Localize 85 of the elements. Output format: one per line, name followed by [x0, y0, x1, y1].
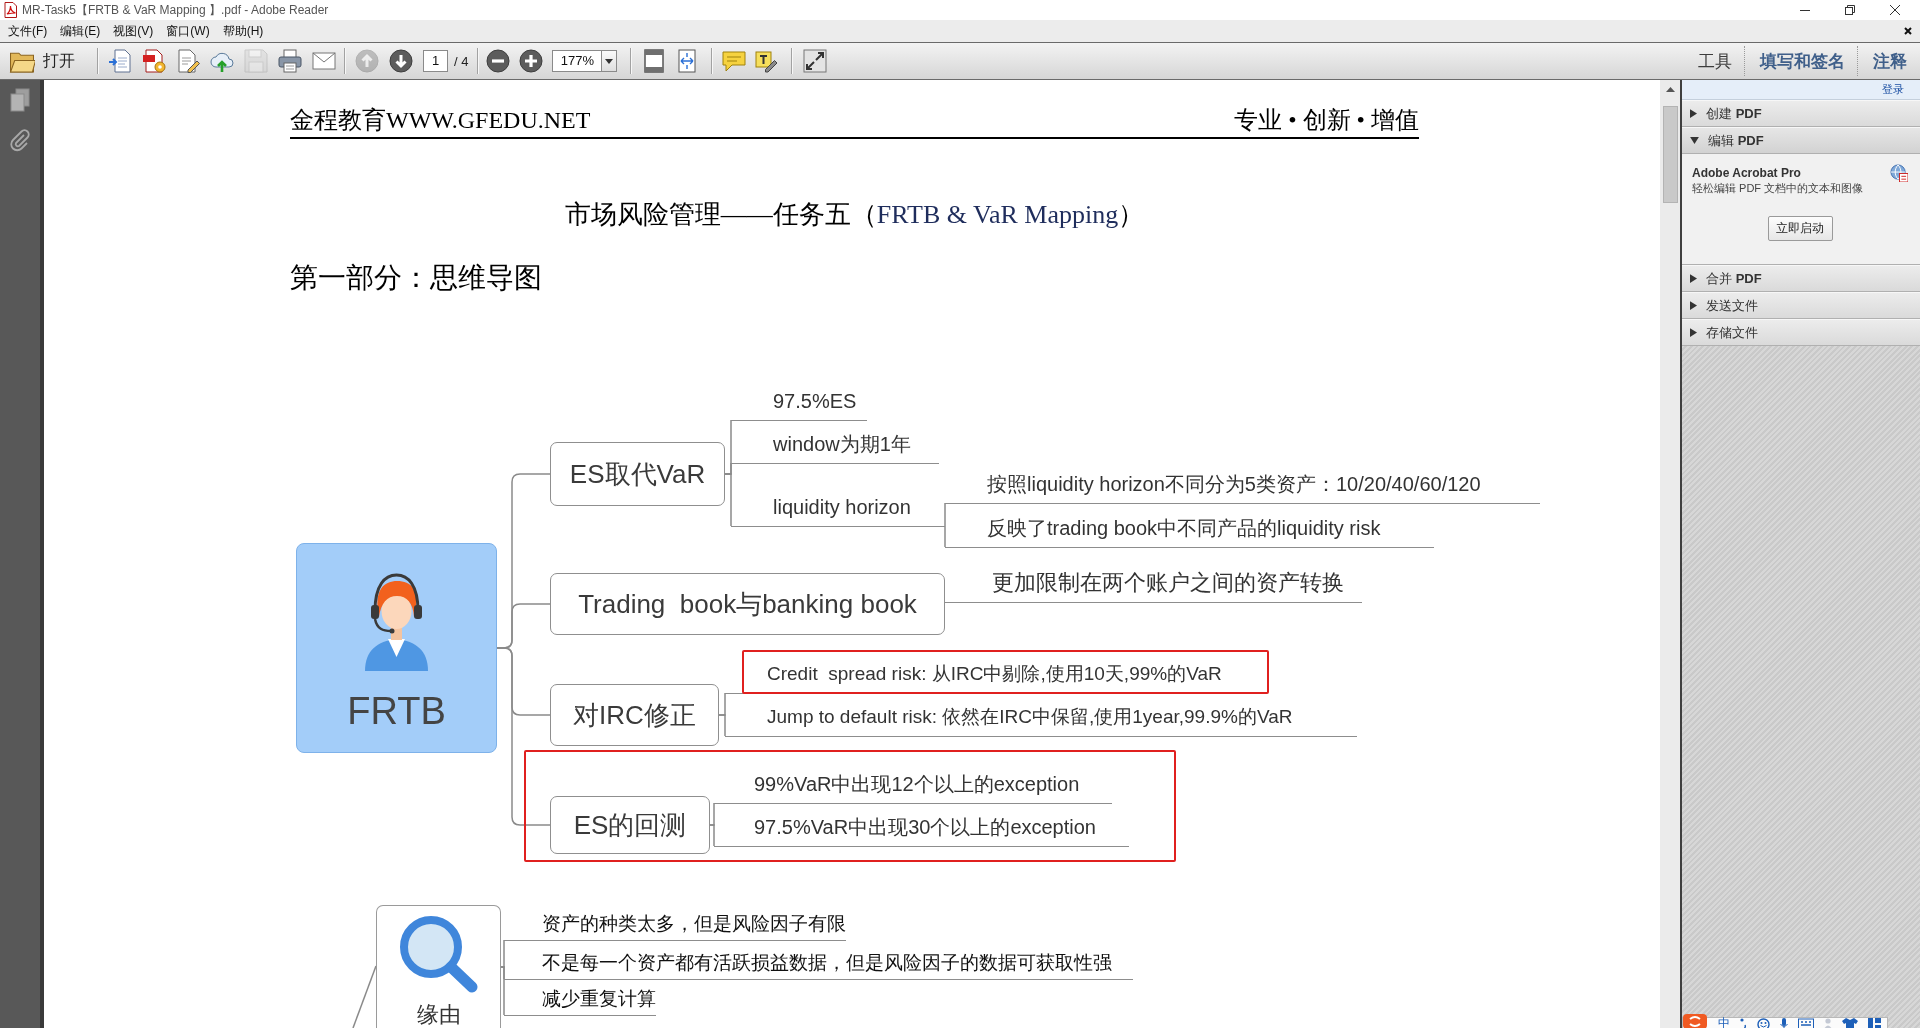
menu-item[interactable]: 文件(F): [2, 20, 54, 42]
topic-label: FRTB: [347, 691, 446, 731]
scrollbar-thumb[interactable]: [1662, 106, 1678, 203]
subtopic: Credit spread risk: 从IRC中剔除,使用10天,99%的VaR: [725, 661, 1265, 694]
logo-icon[interactable]: [1683, 1014, 1707, 1028]
caret-up-icon: [1665, 86, 1675, 92]
zoom-dropdown-button[interactable]: [602, 50, 618, 72]
plus-circle-icon: [519, 49, 544, 73]
panel-section-header[interactable]: 存储文件: [1682, 319, 1920, 346]
paperclip-icon[interactable]: [9, 128, 31, 152]
subtopic: window为期1年: [731, 431, 939, 464]
arrow-up-icon: [354, 49, 379, 73]
subtopic: liquidity horizon: [731, 494, 945, 527]
panel-section-header[interactable]: 发送文件: [1682, 292, 1920, 319]
zoom-field[interactable]: 177%: [552, 50, 603, 72]
subtopic: 97.5%ES: [731, 388, 867, 421]
keyboard-icon[interactable]: [1798, 1018, 1814, 1028]
punctuation-icon[interactable]: [1740, 1018, 1747, 1028]
topic-node: ES的回测: [550, 796, 710, 854]
caret-right-icon: [1690, 109, 1697, 118]
close-icon: [1904, 27, 1912, 35]
panel-section-header[interactable]: 编辑 PDF: [1682, 127, 1920, 154]
shirt-icon[interactable]: [1842, 1018, 1858, 1028]
pane-button[interactable]: 工具: [1683, 46, 1744, 76]
arrow-down-icon: [388, 49, 413, 73]
section-heading: 第一部分：思维导图: [290, 263, 543, 293]
minus-circle-icon: [486, 49, 511, 73]
pdf-gear-icon: [141, 49, 166, 73]
menu-item[interactable]: 帮助(H): [216, 20, 270, 42]
subtopic: Jump to default risk: 依然在IRC中保留,使用1year,99.9%的VaR: [725, 704, 1357, 737]
minimize-icon: [1799, 9, 1810, 11]
smiley-icon[interactable]: [1757, 1018, 1770, 1028]
product-name: Adobe Acrobat Pro: [1692, 166, 1801, 180]
subtopic: 97.5%VaR中出现30个以上的exception: [714, 814, 1129, 847]
caret-right-icon: [1690, 328, 1697, 337]
page-count: / 4: [454, 53, 469, 69]
microphone-icon[interactable]: [1780, 1018, 1788, 1028]
panel-section-header[interactable]: 创建 PDF: [1682, 100, 1920, 127]
topic-node: 对IRC修正: [550, 684, 719, 746]
menu-item[interactable]: 编辑(E): [54, 20, 107, 42]
pane-button[interactable]: 填写和签名: [1745, 46, 1857, 76]
subtopic: 反映了trading book中不同产品的liquidity risk: [945, 515, 1434, 548]
subtopic: 减少重复计算: [504, 987, 656, 1016]
caret-right-icon: [1690, 301, 1697, 310]
document-pen-icon: [175, 49, 200, 73]
globe-document-icon: [1890, 164, 1908, 182]
window-title: MR-Task5【FRTB & VaR Mapping 】.pdf - Adobe Reader: [22, 1, 329, 19]
menu-item[interactable]: 窗口(W): [160, 20, 216, 42]
subtopic: 99%VaR中出现12个以上的exception: [714, 771, 1112, 804]
close-icon: [1889, 5, 1900, 15]
page-number-field[interactable]: 1: [423, 50, 448, 72]
scrollbar[interactable]: [1660, 80, 1680, 1028]
caret-down-icon: [605, 58, 614, 64]
text-highlight-icon: [755, 49, 780, 73]
expand-arrows-icon: [803, 49, 828, 73]
sign-in-link[interactable]: 登录: [1882, 82, 1904, 97]
document-title: 市场风险管理——任务五（FRTB & VaR Mapping）: [563, 201, 1146, 229]
restore-icon: [1844, 5, 1855, 15]
open-button[interactable]: 打开: [5, 46, 79, 76]
product-description: 轻松编辑 PDF 文档中的文本和图像: [1692, 181, 1865, 195]
header-text: 金程教育WWW.GFEDU.NET: [290, 106, 591, 134]
speech-bubble-icon: [722, 49, 747, 73]
start-button[interactable]: 立即启动: [1767, 216, 1833, 241]
subtopic: 更加限制在两个账户之间的资产转换: [945, 570, 1362, 603]
panel-section-header[interactable]: 合并 PDF: [1682, 265, 1920, 292]
fit-page-icon: [642, 49, 667, 73]
caret-right-icon: [1690, 274, 1697, 283]
connector-line: [352, 965, 377, 1028]
topic-node: Trading book与banking book: [550, 573, 945, 635]
subtopic: 不是每一个资产都有活跃损益数据，但是风险因子的数据可获取性强: [504, 951, 1133, 980]
pages-icon[interactable]: [10, 88, 30, 112]
printer-icon: [277, 49, 302, 73]
topic-node: ES取代VaR: [550, 442, 725, 506]
menu-item[interactable]: 视图(V): [107, 20, 160, 42]
caret-down-icon: [1690, 137, 1699, 144]
subtopic: 资产的种类太多，但是风险因子有限: [504, 912, 846, 941]
magnifier-icon: [397, 914, 480, 994]
header-text: 专业 • 创新 • 增值: [1234, 106, 1419, 134]
document-arrows-icon: [107, 49, 132, 73]
topic-label: 缘由: [416, 1004, 461, 1026]
panel-icon[interactable]: [1868, 1018, 1881, 1028]
pane-button[interactable]: 注释: [1858, 46, 1919, 76]
input-mode-toggle[interactable]: 中: [1718, 1018, 1730, 1028]
subtopic: 按照liquidity horizon不同分为5类资产：10/20/40/60/120: [945, 471, 1540, 504]
envelope-icon: [311, 49, 336, 73]
